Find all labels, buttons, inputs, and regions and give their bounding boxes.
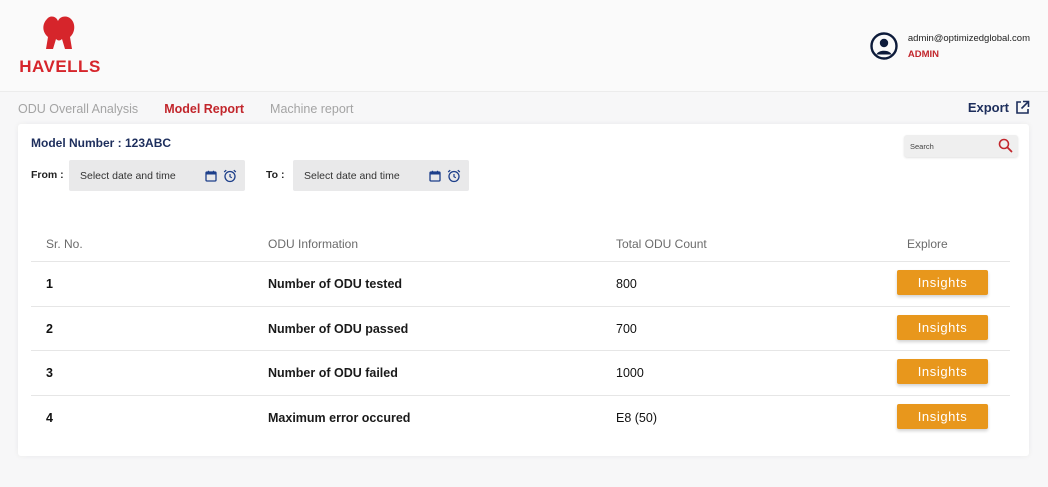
column-header-odu-information: ODU Information xyxy=(268,237,359,251)
app-header: HAVELLS admin@optimizedglobal.com ADMIN xyxy=(0,0,1048,92)
insights-button[interactable]: Insights xyxy=(897,403,988,429)
brand-name: HAVELLS xyxy=(19,57,101,76)
calendar-icon[interactable] xyxy=(429,170,441,182)
row-total-odu-count: 800 xyxy=(616,277,637,291)
table-row: 3 Number of ODU failed 1000 Insights xyxy=(31,351,1010,396)
row-total-odu-count: 1000 xyxy=(616,366,644,380)
tab-odu-overall-analysis[interactable]: ODU Overall Analysis xyxy=(18,102,138,116)
user-info: admin@optimizedglobal.com ADMIN xyxy=(908,33,1030,60)
table-row: 4 Maximum error occured E8 (50) Insights xyxy=(31,396,1010,441)
tab-model-report[interactable]: Model Report xyxy=(164,102,244,116)
model-report-card: Model Number : 123ABC From : Select date… xyxy=(18,124,1029,456)
row-odu-information: Number of ODU tested xyxy=(268,277,403,291)
row-total-odu-count: E8 (50) xyxy=(616,410,657,425)
insights-button[interactable]: Insights xyxy=(897,359,988,384)
from-label: From : xyxy=(31,169,64,181)
table-row: 1 Number of ODU tested 800 Insights xyxy=(31,262,1010,307)
row-total-odu-count: 700 xyxy=(616,321,637,336)
search-box xyxy=(904,135,1018,157)
row-odu-information: Maximum error occured xyxy=(268,410,411,425)
user-profile[interactable]: admin@optimizedglobal.com ADMIN xyxy=(870,30,1030,62)
from-date-placeholder: Select date and time xyxy=(80,170,176,182)
export-label: Export xyxy=(967,100,1009,115)
row-sr-no: 1 xyxy=(46,277,53,291)
column-header-total-odu-count: Total ODU Count xyxy=(616,237,707,251)
insights-button[interactable]: Insights xyxy=(897,314,988,340)
table-header: Sr. No. ODU Information Total ODU Count … xyxy=(31,226,1010,262)
export-button[interactable]: Export xyxy=(968,100,1030,115)
row-sr-no: 4 xyxy=(46,410,53,425)
from-date-picker[interactable]: Select date and time xyxy=(69,160,245,191)
row-odu-information: Number of ODU passed xyxy=(268,321,409,336)
calendar-icon[interactable] xyxy=(205,170,217,182)
search-icon[interactable] xyxy=(998,138,1013,153)
row-odu-information: Number of ODU failed xyxy=(268,366,398,380)
user-role: ADMIN xyxy=(907,48,940,60)
to-label: To : xyxy=(266,169,285,181)
search-input[interactable] xyxy=(910,139,996,153)
to-date-placeholder: Select date and time xyxy=(304,170,400,182)
havells-logo: HAVELLS xyxy=(16,15,104,77)
column-header-sr-no: Sr. No. xyxy=(46,237,83,251)
alarm-clock-icon[interactable] xyxy=(447,169,461,183)
column-header-explore: Explore xyxy=(907,237,948,251)
table-row: 2 Number of ODU passed 700 Insights xyxy=(31,307,1010,351)
user-email: admin@optimizedglobal.com xyxy=(907,32,1030,44)
odu-report-table: Sr. No. ODU Information Total ODU Count … xyxy=(31,226,1010,440)
external-link-icon xyxy=(1016,100,1030,114)
user-circle-icon[interactable] xyxy=(870,32,898,60)
model-number-title: Model Number : 123ABC xyxy=(31,136,172,150)
row-sr-no: 2 xyxy=(46,321,53,336)
havells-logo-mark xyxy=(43,16,75,49)
to-date-picker[interactable]: Select date and time xyxy=(293,160,469,191)
row-sr-no: 3 xyxy=(46,366,53,380)
insights-button[interactable]: Insights xyxy=(897,270,988,295)
tab-machine-report[interactable]: Machine report xyxy=(270,102,353,116)
alarm-clock-icon[interactable] xyxy=(223,169,237,183)
report-tabs: ODU Overall Analysis Model Report Machin… xyxy=(18,100,379,118)
